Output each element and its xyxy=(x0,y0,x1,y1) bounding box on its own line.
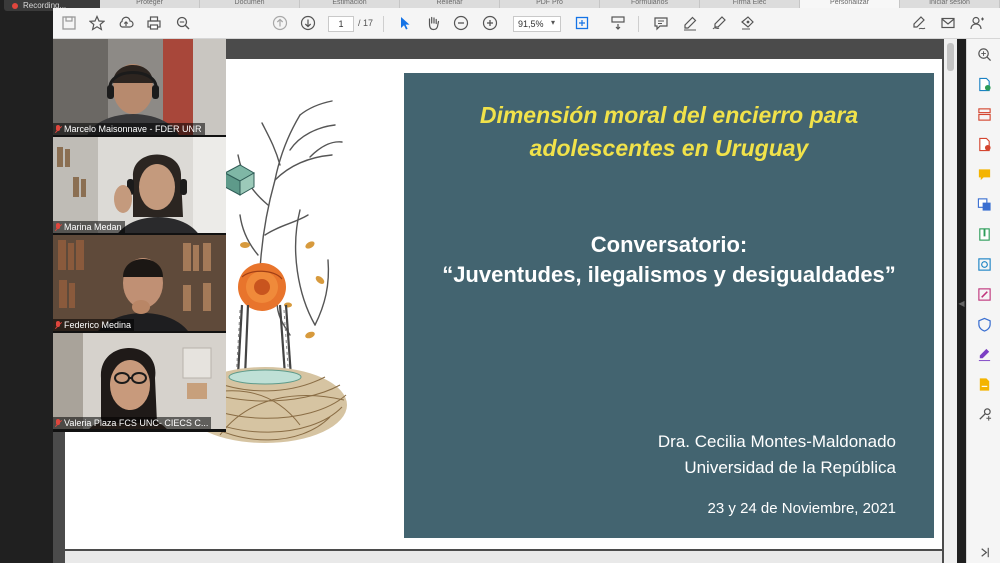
scroll-mode-icon[interactable] xyxy=(608,13,628,33)
more-tools-icon[interactable] xyxy=(975,405,993,423)
slide-subtitle-line-2: “Juventudes, ilegalismos y desigualdades… xyxy=(442,262,896,287)
participant-video-tile[interactable]: Marcelo Maisonnave - FDER UNR xyxy=(53,39,226,135)
slide-institution: Universidad de la República xyxy=(684,458,896,477)
left-strip xyxy=(0,0,53,563)
comment-icon[interactable] xyxy=(651,13,671,33)
star-icon[interactable] xyxy=(87,13,107,33)
page-fit-icon[interactable] xyxy=(572,13,592,33)
participant-video-tile[interactable]: Marina Medan xyxy=(53,137,226,233)
slide-title-line-2: adolescentes en Uruguay xyxy=(529,135,809,161)
slide-subtitle: Conversatorio: “Juventudes, ilegalismos … xyxy=(404,230,934,290)
collapse-pane-icon[interactable]: ◀ xyxy=(957,298,966,310)
zoom-out-icon[interactable] xyxy=(451,13,471,33)
hand-tool-icon[interactable] xyxy=(423,13,443,33)
expand-pane-icon[interactable] xyxy=(975,543,993,561)
tools-pane xyxy=(966,39,1000,563)
edit-pdf-icon[interactable] xyxy=(975,285,993,303)
page-total: / 17 xyxy=(358,18,374,28)
video-gallery: Marcelo Maisonnave - FDER UNR Marina Med… xyxy=(53,39,226,432)
email-icon[interactable] xyxy=(938,13,958,33)
mic-muted-icon xyxy=(55,222,61,232)
screen: Recording... Proteger Documen Estimación… xyxy=(0,0,1000,563)
slide-author: Dra. Cecilia Montes-Maldonado xyxy=(657,432,896,451)
slide-author-block: Dra. Cecilia Montes-Maldonado Universida… xyxy=(658,429,896,481)
slide-title-line-1: Dimensión moral del encierro para xyxy=(479,102,859,128)
participant-name: Marcelo Maisonnave - FDER UNR xyxy=(64,124,202,134)
toolbar-divider xyxy=(638,16,639,32)
tab-estimacion[interactable]: Estimación xyxy=(300,0,400,8)
comment-tool-icon[interactable] xyxy=(975,165,993,183)
share-user-icon[interactable] xyxy=(967,13,987,33)
next-page-edge xyxy=(65,551,942,563)
record-icon xyxy=(12,2,18,9)
participant-video-tile[interactable]: Valeria Plaza FCS UNC- CIECS C... xyxy=(53,333,226,429)
save-icon[interactable] xyxy=(59,13,79,33)
zoom-search-icon[interactable] xyxy=(173,13,193,33)
create-pdf-icon[interactable] xyxy=(975,135,993,153)
participant-name-label: Valeria Plaza FCS UNC- CIECS C... xyxy=(53,417,212,429)
mic-muted-icon xyxy=(55,418,61,428)
mic-muted-icon xyxy=(55,124,61,134)
tab-proteger[interactable]: Proteger xyxy=(100,0,200,8)
slide-title: Dimensión moral del encierro para adoles… xyxy=(404,99,934,165)
next-page-icon[interactable] xyxy=(298,13,318,33)
protect-shield-icon[interactable] xyxy=(975,315,993,333)
previous-page-icon[interactable] xyxy=(270,13,290,33)
tab-iniciar-sesion[interactable]: Iniciar sesión xyxy=(900,0,1000,8)
toolbar-divider xyxy=(383,16,384,32)
pdf-toolbar: 1 / 17 91,5% ▾ xyxy=(53,8,1000,39)
participant-name-label: Marcelo Maisonnave - FDER UNR xyxy=(53,123,205,135)
draw-icon[interactable] xyxy=(709,13,729,33)
scan-enhance-icon[interactable] xyxy=(975,255,993,273)
fill-sign-tool-icon[interactable] xyxy=(975,345,993,363)
fill-sign-icon[interactable] xyxy=(909,13,929,33)
print-icon[interactable] xyxy=(144,13,164,33)
mic-muted-icon xyxy=(55,320,61,330)
tab-personalizar[interactable]: Personalizar xyxy=(800,0,900,8)
participant-name-label: Federico Medina xyxy=(53,319,135,331)
select-cursor-icon[interactable] xyxy=(395,13,415,33)
highlight-pen-icon[interactable] xyxy=(680,13,700,33)
slide-date: 23 y 24 de Noviembre, 2021 xyxy=(707,500,896,517)
cloud-upload-icon[interactable] xyxy=(116,13,136,33)
scrollbar-thumb[interactable] xyxy=(947,43,954,71)
page-number-input[interactable]: 1 xyxy=(328,16,354,32)
zoom-tool-icon[interactable] xyxy=(975,45,993,63)
chevron-down-icon[interactable]: ▾ xyxy=(551,18,555,27)
participant-video xyxy=(53,235,226,331)
send-for-signature-icon[interactable] xyxy=(975,375,993,393)
participant-video xyxy=(53,137,226,233)
export-pdf-icon[interactable] xyxy=(975,75,993,93)
tab-formularios[interactable]: Formularios xyxy=(600,0,700,8)
participant-video-tile[interactable]: Federico Medina xyxy=(53,235,226,331)
translate-icon[interactable] xyxy=(975,195,993,213)
slide-subtitle-line-1: Conversatorio: xyxy=(590,232,748,257)
participant-video xyxy=(53,39,226,135)
participant-name: Valeria Plaza FCS UNC- CIECS C... xyxy=(64,418,209,428)
vertical-scrollbar[interactable] xyxy=(944,39,957,563)
tool-tabs: Proteger Documen Estimación Rellenar PDF… xyxy=(100,0,1000,8)
tab-rellenar[interactable]: Rellenar xyxy=(400,0,500,8)
participant-video xyxy=(53,333,226,429)
presentation-slide: Dimensión moral del encierro para adoles… xyxy=(404,73,934,538)
tab-pdf-pro[interactable]: PDF Pro xyxy=(500,0,600,8)
tab-documento[interactable]: Documen xyxy=(200,0,300,8)
participant-name: Marina Medan xyxy=(64,222,122,232)
participant-name-label: Marina Medan xyxy=(53,221,125,233)
organize-pages-icon[interactable] xyxy=(975,105,993,123)
participant-name: Federico Medina xyxy=(64,320,132,330)
stamp-icon[interactable] xyxy=(737,13,757,33)
tab-firma[interactable]: Firma Elec xyxy=(700,0,800,8)
zoom-in-icon[interactable] xyxy=(480,13,500,33)
compress-icon[interactable] xyxy=(975,225,993,243)
